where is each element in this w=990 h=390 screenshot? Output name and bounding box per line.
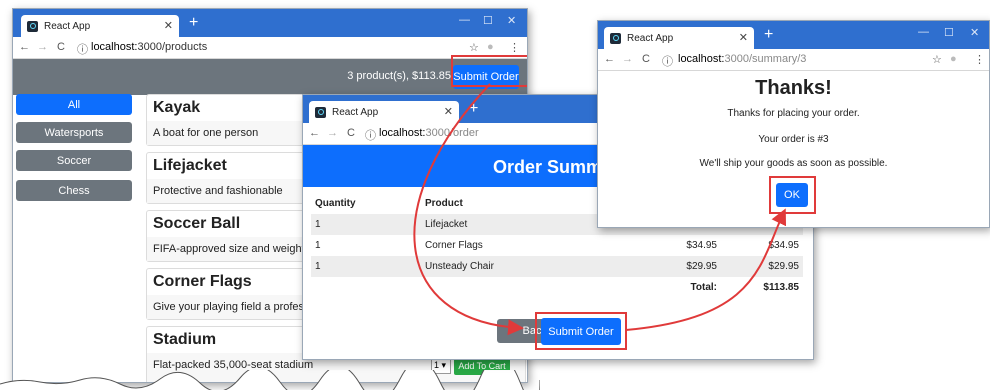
new-tab-icon[interactable]: + bbox=[469, 100, 478, 118]
thanks-heading: Thanks! bbox=[755, 77, 832, 99]
menu-icon[interactable]: ⋮ bbox=[509, 41, 520, 54]
total-row: Total: $113.85 bbox=[311, 277, 803, 298]
order-header-title: Order Summa bbox=[493, 157, 613, 177]
table-row: 1 Unsteady Chair $29.95 $29.95 bbox=[311, 256, 803, 277]
profile-icon[interactable]: ● bbox=[950, 53, 957, 65]
info-icon: ⓘ bbox=[662, 56, 673, 68]
row-quantity: 1 bbox=[315, 240, 321, 251]
close-tab-icon[interactable]: ✕ bbox=[444, 105, 453, 118]
category-all-button[interactable]: All bbox=[16, 94, 132, 115]
category-soccer-button[interactable]: Soccer bbox=[16, 150, 132, 171]
menu-icon[interactable]: ⋮ bbox=[974, 53, 985, 66]
row-product: Unsteady Chair bbox=[425, 261, 494, 272]
back-arrow-icon[interactable]: ← bbox=[604, 53, 615, 65]
cart-summary: 3 product(s), $113.85 bbox=[347, 70, 451, 82]
info-icon: ⓘ bbox=[77, 44, 88, 56]
react-favicon-icon bbox=[610, 32, 621, 44]
star-icon[interactable]: ☆ bbox=[932, 53, 942, 66]
back-arrow-icon[interactable]: ← bbox=[19, 41, 30, 53]
order-number: Your order is #3 bbox=[758, 134, 829, 145]
minimize-icon[interactable]: — bbox=[459, 14, 470, 26]
row-quantity: 1 bbox=[315, 219, 321, 230]
browser-tab[interactable]: React App ✕ bbox=[309, 101, 459, 123]
star-icon[interactable]: ☆ bbox=[469, 41, 479, 54]
close-window-icon[interactable]: ✕ bbox=[970, 26, 979, 39]
row-subtotal: $29.95 bbox=[768, 261, 799, 272]
url-field[interactable]: localhost:3000/summary/3 bbox=[678, 53, 806, 65]
browser-tab[interactable]: React App ✕ bbox=[604, 27, 754, 49]
table-row: 1 Corner Flags $34.95 $34.95 bbox=[311, 235, 803, 256]
category-chess-button[interactable]: Chess bbox=[16, 180, 132, 201]
new-tab-icon[interactable]: + bbox=[189, 14, 198, 32]
total-value: $113.85 bbox=[763, 282, 799, 293]
react-favicon-icon bbox=[27, 20, 38, 32]
title-bar: React App ✕ + — ☐ ✕ bbox=[13, 9, 527, 37]
address-bar: ← → C ⓘ localhost:3000/summary/3 ☆ ● ⋮ bbox=[598, 49, 989, 71]
maximize-icon[interactable]: ☐ bbox=[483, 14, 493, 27]
product-name: Corner Flags bbox=[153, 273, 252, 290]
minimize-icon[interactable]: — bbox=[918, 26, 929, 38]
row-price: $29.95 bbox=[686, 261, 717, 272]
shipping-line: We'll ship your goods as soon as possibl… bbox=[699, 158, 888, 169]
highlight-box bbox=[451, 55, 527, 87]
close-tab-icon[interactable]: ✕ bbox=[164, 19, 173, 32]
row-price: $34.95 bbox=[686, 240, 717, 251]
product-name: Soccer Ball bbox=[153, 215, 241, 232]
forward-arrow-icon[interactable]: → bbox=[622, 53, 633, 65]
reload-icon[interactable]: C bbox=[347, 127, 355, 139]
thanks-line: Thanks for placing your order. bbox=[727, 108, 860, 119]
back-arrow-icon[interactable]: ← bbox=[309, 127, 320, 139]
address-bar: ← → C ⓘ localhost:3000/products ☆ ● ⋮ bbox=[13, 37, 527, 59]
product-name: Kayak bbox=[153, 99, 201, 116]
product-name: Lifejacket bbox=[153, 157, 227, 174]
row-product: Corner Flags bbox=[425, 240, 483, 251]
row-quantity: 1 bbox=[315, 261, 321, 272]
info-icon: ⓘ bbox=[365, 130, 376, 142]
close-window-icon[interactable]: ✕ bbox=[507, 14, 516, 27]
profile-icon[interactable]: ● bbox=[487, 41, 494, 53]
summary-window: React App ✕ + — ☐ ✕ ← → C ⓘ localhost:30… bbox=[597, 20, 990, 228]
forward-arrow-icon[interactable]: → bbox=[37, 41, 48, 53]
tab-title: React App bbox=[44, 20, 91, 32]
forward-arrow-icon[interactable]: → bbox=[327, 127, 338, 139]
torn-edge bbox=[0, 370, 540, 390]
react-favicon-icon bbox=[315, 106, 326, 118]
reload-icon[interactable]: C bbox=[642, 53, 650, 65]
cart-navbar: 3 product(s), $113.85 Submit Order bbox=[13, 59, 527, 95]
tab-title: React App bbox=[627, 32, 674, 44]
highlight-box bbox=[769, 176, 816, 214]
browser-tab[interactable]: React App ✕ bbox=[21, 15, 179, 37]
new-tab-icon[interactable]: + bbox=[764, 26, 773, 44]
column-header: Quantity bbox=[315, 198, 356, 209]
total-label: Total: bbox=[690, 282, 717, 293]
category-watersports-button[interactable]: Watersports bbox=[16, 122, 132, 143]
maximize-icon[interactable]: ☐ bbox=[944, 26, 954, 39]
url-field[interactable]: localhost:3000/order bbox=[379, 127, 479, 139]
url-field[interactable]: localhost:3000/products bbox=[91, 41, 207, 53]
reload-icon[interactable]: C bbox=[57, 41, 65, 53]
highlight-box bbox=[535, 312, 627, 350]
close-tab-icon[interactable]: ✕ bbox=[739, 31, 748, 44]
row-subtotal: $34.95 bbox=[768, 240, 799, 251]
tab-title: React App bbox=[332, 106, 379, 118]
title-bar: React App ✕ + — ☐ ✕ bbox=[598, 21, 989, 49]
product-name: Stadium bbox=[153, 331, 217, 348]
